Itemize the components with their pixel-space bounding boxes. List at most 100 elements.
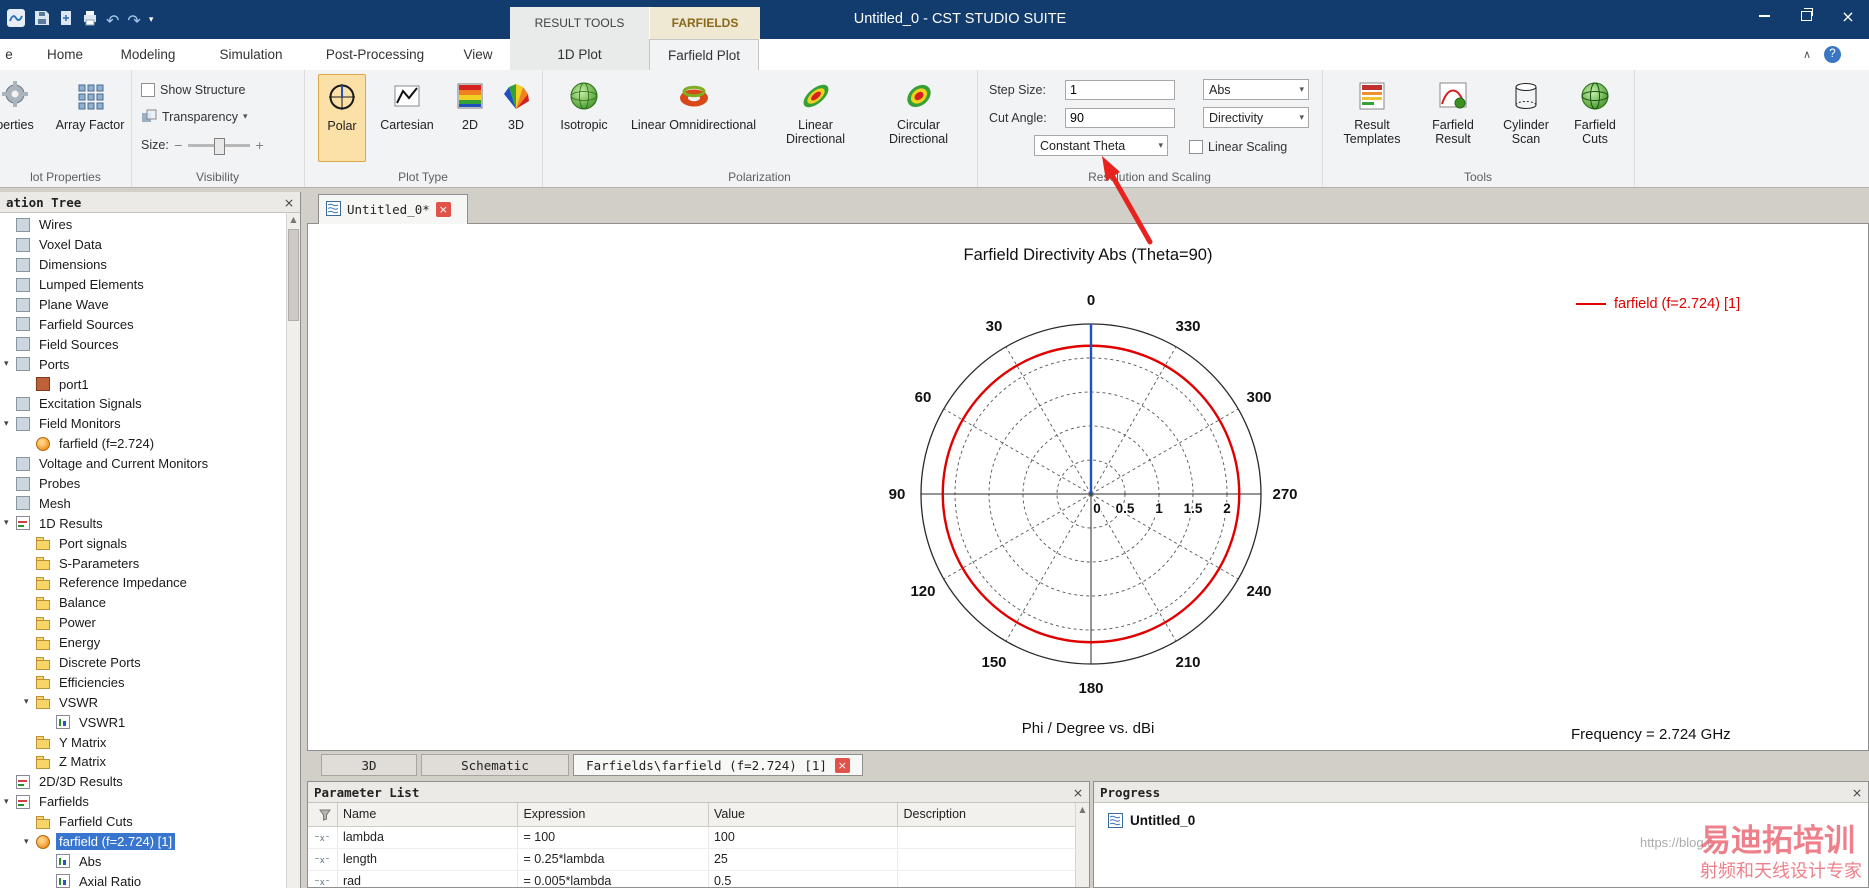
tree-item[interactable]: Axial Ratio [0,871,286,888]
import-icon[interactable] [58,10,74,31]
tree-item[interactable]: Y Matrix [0,732,286,752]
save-icon[interactable] [34,10,50,31]
tree-item[interactable]: Balance [0,593,286,613]
filter-column-header[interactable] [308,803,338,826]
column-header-description[interactable]: Description [898,803,1076,826]
tree-item[interactable]: Dimensions [0,255,286,275]
cylinder-scan-button[interactable]: Cylinder Scan [1496,74,1556,162]
tree-item[interactable]: ▾ Ports [0,354,286,374]
2d-button[interactable]: 2D [448,74,492,162]
expander-icon[interactable]: ▾ [4,419,16,429]
tree-item[interactable]: ▾ farfield (f=2.724) [1] [0,832,286,852]
isotropic-button[interactable]: Isotropic [550,74,618,162]
tree-item[interactable]: ▾ Field Monitors [0,414,286,434]
contextual-tab-result-tools[interactable]: RESULT TOOLS [510,7,649,39]
restore-button[interactable] [1785,0,1827,32]
linear-omnidirectional-button[interactable]: Linear Omnidirectional [622,74,765,162]
scroll-up-icon[interactable]: ▲ [1076,803,1089,816]
tree-scrollbar[interactable]: ▲ [286,213,300,888]
app-icon[interactable] [6,8,26,33]
close-tab-icon[interactable]: × [834,757,850,773]
tree-item[interactable]: Power [0,613,286,633]
tree-item[interactable]: S-Parameters [0,553,286,573]
tree-item[interactable]: ▾ VSWR [0,692,286,712]
tree-item[interactable]: farfield (f=2.724) [0,434,286,454]
size-slider[interactable] [188,137,251,155]
close-icon[interactable]: × [1070,782,1086,803]
show-structure-checkbox[interactable] [141,83,155,97]
cut-angle-input[interactable] [1065,108,1175,128]
tree-item[interactable]: VSWR1 [0,712,286,732]
close-icon[interactable]: × [1849,782,1865,803]
print-icon[interactable] [82,10,98,31]
farfield-cuts-button[interactable]: Farfield Cuts [1560,74,1630,162]
tree-item[interactable]: port1 [0,374,286,394]
close-icon[interactable]: × [281,192,297,213]
help-icon[interactable]: ? [1824,46,1841,63]
tab-modeling[interactable]: Modeling [98,39,198,70]
tree-item[interactable]: Probes [0,474,286,494]
tab-schematic-view[interactable]: Schematic [421,754,569,776]
tree-item[interactable]: Lumped Elements [0,275,286,295]
tree-item[interactable]: Voltage and Current Monitors [0,454,286,474]
tab-view[interactable]: View [450,39,506,70]
undo-icon[interactable]: ↶ [106,11,119,30]
expander-icon[interactable]: ▾ [24,697,36,707]
table-row[interactable]: rad= 0.005*lambda0.5 [308,871,1076,887]
slider-handle[interactable] [214,137,226,155]
scroll-up-icon[interactable]: ▲ [287,213,300,226]
tree-item[interactable]: Farfield Sources [0,314,286,334]
tree-item[interactable]: ▾ Farfields [0,792,286,812]
tree-item[interactable]: Farfield Cuts [0,812,286,832]
tree-item[interactable]: Abs [0,852,286,872]
tab-farfield-plot[interactable]: Farfield Plot [649,39,759,70]
array-factor-button[interactable]: Array Factor [54,74,126,162]
tree-item[interactable]: ▾ 1D Results [0,513,286,533]
tree-item[interactable]: Reference Impedance [0,573,286,593]
column-header-expression[interactable]: Expression [518,803,709,826]
expander-icon[interactable]: ▾ [4,797,16,807]
result-templates-button[interactable]: Result Templates [1334,74,1410,162]
tab-file-partial[interactable]: e [0,39,18,70]
tree-item[interactable]: 2D/3D Results [0,772,286,792]
linear-directional-button[interactable]: Linear Directional [769,74,862,162]
redo-icon[interactable]: ↷ [127,11,140,30]
tree-item[interactable]: Discrete Ports [0,653,286,673]
linear-scaling-checkbox[interactable] [1189,140,1203,154]
tab-simulation[interactable]: Simulation [202,39,300,70]
document-tab-untitled[interactable]: Untitled_0* × [318,194,468,224]
close-window-button[interactable]: × [1827,0,1869,32]
qat-menu-caret-icon[interactable]: ▾ [149,15,154,25]
tree-item[interactable]: Mesh [0,493,286,513]
step-size-input[interactable] [1065,80,1175,100]
tree-item[interactable]: Energy [0,633,286,653]
tree-item[interactable]: Plane Wave [0,295,286,315]
circular-directional-button[interactable]: Circular Directional [866,74,971,162]
column-header-value[interactable]: Value [709,803,899,826]
table-row[interactable]: length= 0.25*lambda25 [308,849,1076,871]
tab-post-processing[interactable]: Post-Processing [304,39,446,70]
scrollbar-thumb[interactable] [288,229,299,321]
expander-icon[interactable]: ▾ [4,518,16,528]
table-row[interactable]: lambda= 100100 [308,827,1076,849]
close-tab-icon[interactable]: × [435,202,451,217]
tab-home[interactable]: Home [36,39,94,70]
tab-1d-plot[interactable]: 1D Plot [510,39,649,70]
tree-item[interactable]: Voxel Data [0,235,286,255]
column-header-name[interactable]: Name [338,803,519,826]
tab-farfields-view[interactable]: Farfields\farfield (f=2.724) [1] × [573,754,863,776]
parameter-list-scrollbar[interactable]: ▲ [1075,803,1089,887]
expander-icon[interactable]: ▾ [24,837,36,847]
tab-3d-view[interactable]: 3D [321,754,417,776]
tree-item[interactable]: Wires [0,215,286,235]
cut-plane-combo[interactable]: Constant Theta ▾ [1034,135,1168,156]
3d-button[interactable]: 3D [494,74,538,162]
collapse-ribbon-icon[interactable]: ∧ [1796,39,1818,70]
tree-item[interactable]: Z Matrix [0,752,286,772]
farfield-result-button[interactable]: Farfield Result [1414,74,1492,162]
cartesian-button[interactable]: Cartesian [370,74,444,162]
component-combo[interactable]: Abs ▾ [1203,79,1309,100]
properties-button[interactable]: perties [0,74,50,162]
expander-icon[interactable]: ▾ [4,359,16,369]
polar-button[interactable]: Polar [318,74,366,162]
